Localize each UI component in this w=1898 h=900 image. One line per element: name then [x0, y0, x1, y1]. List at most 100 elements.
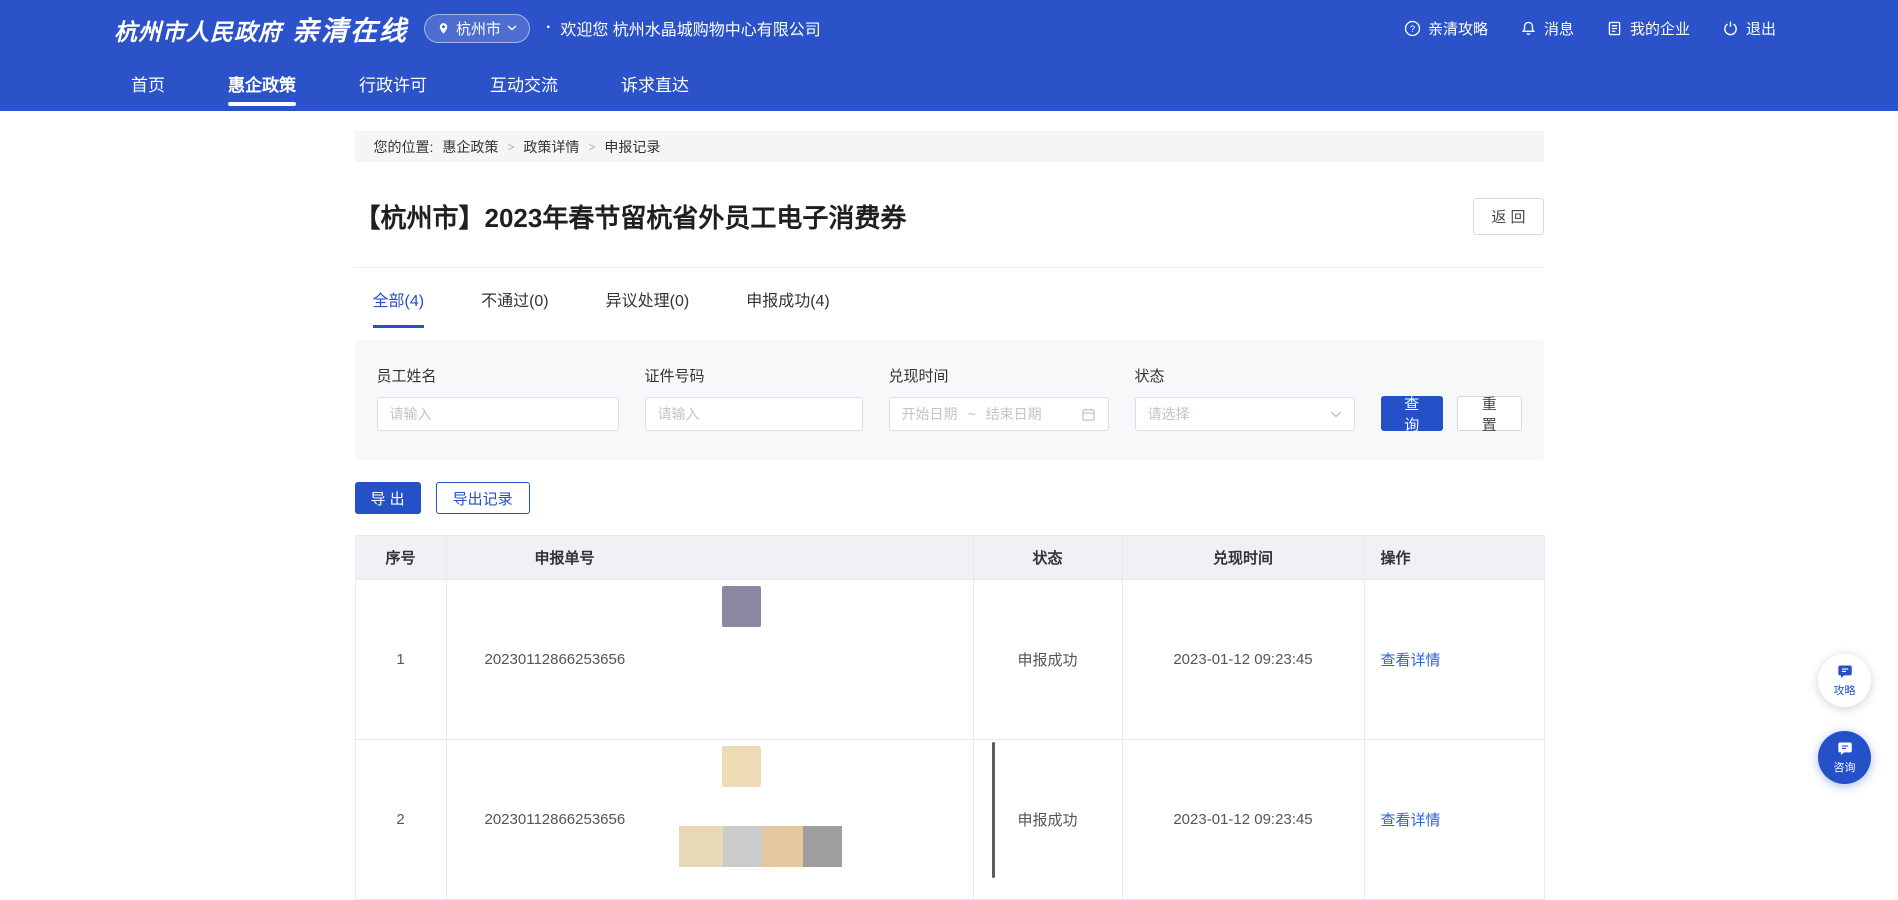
- row-redeem-time: 2023-01-12 09:23:45: [1122, 740, 1364, 900]
- main-nav: 首页 惠企政策 行政许可 互动交流 诉求直达: [0, 56, 1898, 111]
- redaction-block: [722, 746, 761, 787]
- nav-item-policies[interactable]: 惠企政策: [228, 56, 296, 111]
- calendar-icon: [1081, 407, 1096, 422]
- export-button[interactable]: 导 出: [355, 482, 421, 514]
- row-redeem-time: 2023-01-12 09:23:45: [1122, 580, 1364, 740]
- nav-item-home[interactable]: 首页: [131, 56, 165, 111]
- float-consult-button[interactable]: 咨询: [1818, 731, 1871, 784]
- id-number-input[interactable]: [645, 397, 863, 431]
- main-content: 您的位置: 惠企政策 > 政策详情 > 申报记录 【杭州市】2023年春节留杭省…: [355, 131, 1544, 900]
- city-label: 杭州市: [456, 18, 501, 39]
- records-table: 序号 申报单号 状态 兑现时间 操作 1 20230112866253656 申…: [355, 535, 1545, 900]
- row-status: 申报成功: [1017, 812, 1077, 829]
- order-number: 20230112866253656: [485, 651, 626, 668]
- logout-link[interactable]: 退出: [1722, 18, 1776, 39]
- float-consult-label: 咨询: [1834, 759, 1856, 775]
- column-header-redeem-time: 兑现时间: [1122, 536, 1364, 580]
- filter-employee-name: 员工姓名: [377, 365, 619, 431]
- tab-objection[interactable]: 异议处理(0): [606, 287, 690, 328]
- filter-redeem-time: 兑现时间 开始日期 ~ 结束日期: [889, 365, 1109, 431]
- row-order-no-cell: 20230112866253656: [446, 580, 973, 740]
- filter-id-number: 证件号码: [645, 365, 863, 431]
- row-index: 2: [355, 740, 446, 900]
- export-actions: 导 出 导出记录: [355, 482, 1544, 514]
- tab-rejected[interactable]: 不通过(0): [481, 287, 549, 328]
- employee-name-input[interactable]: [377, 397, 619, 431]
- column-header-status: 状态: [973, 536, 1122, 580]
- row-status: 申报成功: [973, 580, 1122, 740]
- status-select-placeholder: 请选择: [1148, 404, 1190, 424]
- status-select[interactable]: 请选择: [1135, 397, 1355, 431]
- messages-link[interactable]: 消息: [1520, 18, 1574, 39]
- consult-chat-icon: [1836, 740, 1854, 758]
- table-row: 1 20230112866253656 申报成功 2023-01-12 09:2…: [355, 580, 1544, 740]
- date-range-separator: ~: [968, 406, 976, 422]
- welcome-company: 欢迎您 杭州水晶城购物中心有限公司: [560, 16, 820, 40]
- welcome-dot: ·: [546, 19, 551, 37]
- search-button[interactable]: 查 询: [1381, 396, 1444, 431]
- brand-logo-text: 亲清在线: [292, 9, 408, 48]
- start-date-placeholder: 开始日期: [902, 404, 958, 424]
- date-range-picker[interactable]: 开始日期 ~ 结束日期: [889, 397, 1109, 431]
- back-button[interactable]: 返 回: [1473, 198, 1543, 235]
- table-header-row: 序号 申报单号 状态 兑现时间 操作: [355, 536, 1544, 580]
- export-records-button[interactable]: 导出记录: [436, 482, 530, 514]
- view-detail-link[interactable]: 查看详情: [1381, 812, 1441, 829]
- filter-status: 状态 请选择: [1135, 365, 1355, 431]
- svg-text:?: ?: [1410, 23, 1415, 34]
- nav-item-appeals[interactable]: 诉求直达: [621, 56, 689, 111]
- row-action-cell: 查看详情: [1364, 740, 1544, 900]
- guide-chat-icon: [1836, 663, 1854, 681]
- breadcrumb: 您的位置: 惠企政策 > 政策详情 > 申报记录: [355, 131, 1544, 162]
- column-header-index: 序号: [355, 536, 446, 580]
- filter-panel: 员工姓名 证件号码 兑现时间 开始日期 ~ 结束日期 状态 请选择: [355, 340, 1544, 460]
- tab-success[interactable]: 申报成功(4): [746, 287, 830, 328]
- id-number-label: 证件号码: [645, 365, 863, 386]
- redaction-block: [992, 742, 995, 878]
- gov-logo-text: 杭州市人民政府: [114, 13, 282, 47]
- employee-name-label: 员工姓名: [377, 365, 619, 386]
- site-logo: 杭州市人民政府 亲清在线: [114, 9, 408, 48]
- table-row: 2 20230112866253656 申报成功 2023-01-12 09:2…: [355, 740, 1544, 900]
- breadcrumb-prefix: 您的位置:: [374, 137, 434, 157]
- breadcrumb-item-policy-detail[interactable]: 政策详情: [523, 137, 579, 157]
- city-selector[interactable]: 杭州市: [424, 14, 530, 43]
- end-date-placeholder: 结束日期: [986, 404, 1042, 424]
- logout-link-label: 退出: [1746, 18, 1776, 39]
- column-header-order-no: 申报单号: [446, 536, 973, 580]
- chevron-down-icon: [507, 25, 517, 31]
- row-order-no-cell: 20230112866253656: [446, 740, 973, 900]
- messages-link-label: 消息: [1544, 18, 1574, 39]
- row-index: 1: [355, 580, 446, 740]
- redaction-block: [679, 826, 842, 867]
- row-action-cell: 查看详情: [1364, 580, 1544, 740]
- question-circle-icon: ?: [1404, 20, 1421, 37]
- guide-link[interactable]: ? 亲清攻略: [1404, 18, 1488, 39]
- breadcrumb-separator: >: [588, 140, 595, 154]
- row-status-cell: 申报成功: [973, 740, 1122, 900]
- breadcrumb-item-current: 申报记录: [604, 137, 660, 157]
- column-header-action: 操作: [1364, 536, 1544, 580]
- tab-all[interactable]: 全部(4): [373, 287, 425, 328]
- select-chevron-icon: [1330, 411, 1342, 418]
- view-detail-link[interactable]: 查看详情: [1381, 652, 1441, 669]
- status-tabs: 全部(4) 不通过(0) 异议处理(0) 申报成功(4): [355, 267, 1544, 328]
- float-guide-button[interactable]: 攻略: [1818, 654, 1871, 707]
- my-enterprise-link[interactable]: 我的企业: [1606, 18, 1690, 39]
- my-enterprise-link-label: 我的企业: [1630, 18, 1690, 39]
- nav-item-licensing[interactable]: 行政许可: [359, 56, 427, 111]
- nav-item-interaction[interactable]: 互动交流: [490, 56, 558, 111]
- redeem-time-label: 兑现时间: [889, 365, 1109, 386]
- bell-icon: [1520, 20, 1537, 37]
- breadcrumb-separator: >: [507, 140, 514, 154]
- enterprise-icon: [1606, 20, 1623, 37]
- welcome-text: · 欢迎您 杭州水晶城购物中心有限公司: [546, 16, 821, 40]
- order-number: 20230112866253656: [485, 811, 626, 828]
- breadcrumb-item-policies[interactable]: 惠企政策: [442, 137, 498, 157]
- reset-button[interactable]: 重 置: [1457, 396, 1522, 431]
- top-header: 杭州市人民政府 亲清在线 杭州市 · 欢迎您 杭州水晶城购物中心有限公司 ? 亲…: [0, 0, 1898, 56]
- power-icon: [1722, 20, 1739, 37]
- float-guide-label: 攻略: [1834, 682, 1856, 698]
- location-pin-icon: [437, 22, 450, 35]
- status-label: 状态: [1135, 365, 1355, 386]
